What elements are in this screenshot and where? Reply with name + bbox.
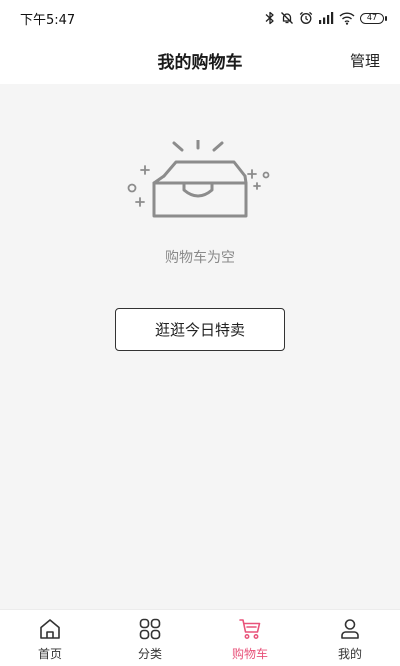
- tab-category[interactable]: 分类: [100, 610, 200, 666]
- bottom-tab-bar: 首页 分类 购物车 我的: [0, 609, 400, 666]
- profile-icon: [341, 619, 359, 639]
- battery-icon: 47: [360, 12, 387, 24]
- empty-box-icon: [127, 140, 270, 218]
- tab-profile[interactable]: 我的: [300, 610, 400, 666]
- page-title: 我的购物车: [157, 53, 243, 73]
- home-icon: [40, 619, 60, 639]
- status-bar: 下午5:47 47: [0, 0, 400, 36]
- tab-category-label: 分类: [137, 647, 162, 661]
- alarm-icon: [299, 11, 313, 24]
- status-time: 下午5:47: [20, 13, 76, 28]
- browse-today-deals-button[interactable]: 逛逛今日特卖: [115, 308, 285, 351]
- tab-cart[interactable]: 购物车: [200, 610, 300, 666]
- manage-button[interactable]: 管理: [350, 50, 380, 71]
- tab-home-label: 首页: [37, 647, 62, 661]
- status-icons: 47: [265, 10, 387, 26]
- cart-content: 购物车为空 逛逛今日特卖: [0, 84, 400, 609]
- silent-bell-icon: [281, 12, 293, 24]
- empty-cart-message: 购物车为空: [165, 250, 235, 266]
- header-bar: 我的购物车 管理: [0, 36, 400, 84]
- wifi-icon: [339, 12, 355, 25]
- tab-home[interactable]: 首页: [0, 610, 100, 666]
- tab-profile-label: 我的: [337, 647, 362, 661]
- signal-icon: [319, 12, 334, 24]
- tab-cart-label: 购物车: [231, 647, 268, 661]
- cart-icon: [239, 619, 261, 639]
- category-grid-icon: [139, 618, 161, 640]
- battery-level: 47: [366, 13, 378, 22]
- bluetooth-icon: [265, 11, 274, 25]
